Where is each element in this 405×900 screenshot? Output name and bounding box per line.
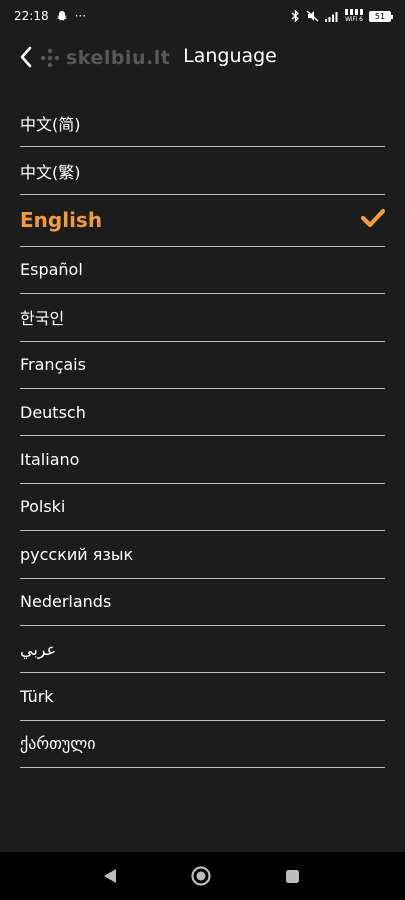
bluetooth-icon (291, 10, 300, 22)
navigation-bar (0, 852, 405, 900)
battery-level: 51 (374, 11, 386, 21)
language-label: English (20, 208, 103, 233)
status-bar: 22:18 ··· WiFi 6 51 (0, 0, 405, 32)
language-label: Polski (20, 497, 66, 517)
nav-back-button[interactable] (86, 852, 134, 900)
language-label: 中文(繁) (20, 162, 81, 182)
status-time: 22:18 (14, 9, 49, 23)
language-item[interactable]: Deutsch (20, 389, 385, 437)
nav-recents-button[interactable] (268, 852, 316, 900)
language-label: Deutsch (20, 402, 86, 422)
wifi-icon: WiFi 6 (345, 9, 363, 23)
status-more: ··· (74, 9, 87, 23)
battery-icon: 51 (369, 10, 393, 22)
language-item[interactable]: Français (20, 342, 385, 389)
language-item[interactable]: Türk (20, 673, 385, 721)
language-item[interactable]: Español (20, 247, 385, 295)
language-label: ქართული (20, 734, 96, 754)
language-list: 中文(简) 中文(繁) English Español 한국인 Français Deuts… (20, 100, 386, 769)
language-item[interactable]: Polski (20, 484, 385, 532)
wifi-label: WiFi 6 (345, 16, 363, 23)
checkmark-icon (360, 208, 386, 232)
page-title: Language (183, 45, 277, 67)
language-label: Español (20, 260, 83, 280)
screen: 22:18 ··· WiFi 6 51 skelbiu.lt Language … (0, 0, 405, 900)
language-label: عربي (20, 639, 57, 659)
language-label: Italiano (20, 450, 80, 470)
language-item[interactable]: 한국인 (20, 294, 385, 342)
triangle-back-icon (104, 869, 116, 883)
header: skelbiu.lt Language (0, 32, 405, 84)
mute-icon (306, 10, 319, 22)
language-label: русский язык (20, 544, 134, 564)
language-item[interactable]: 中文(简) (20, 100, 385, 148)
language-item[interactable]: عربي (20, 626, 385, 674)
language-item[interactable]: Nederlands (20, 579, 385, 626)
status-left: 22:18 ··· (14, 9, 86, 23)
circle-home-icon (191, 866, 211, 886)
nav-home-button[interactable] (177, 852, 225, 900)
square-recents-icon (285, 869, 299, 883)
language-label: Türk (20, 686, 54, 706)
language-item[interactable]: English (20, 195, 386, 247)
language-item[interactable]: ქართული (20, 721, 385, 769)
language-label: Français (20, 355, 86, 375)
status-right: WiFi 6 51 (291, 9, 393, 23)
signal-icon (325, 11, 339, 22)
language-item[interactable]: Italiano (20, 436, 385, 484)
language-label: 한국인 (20, 309, 65, 329)
language-label: Nederlands (20, 592, 112, 612)
language-label: 中文(简) (20, 115, 81, 135)
language-item[interactable]: 中文(繁) (20, 147, 385, 195)
snapchat-icon (56, 10, 68, 22)
language-item[interactable]: русский язык (20, 531, 385, 579)
